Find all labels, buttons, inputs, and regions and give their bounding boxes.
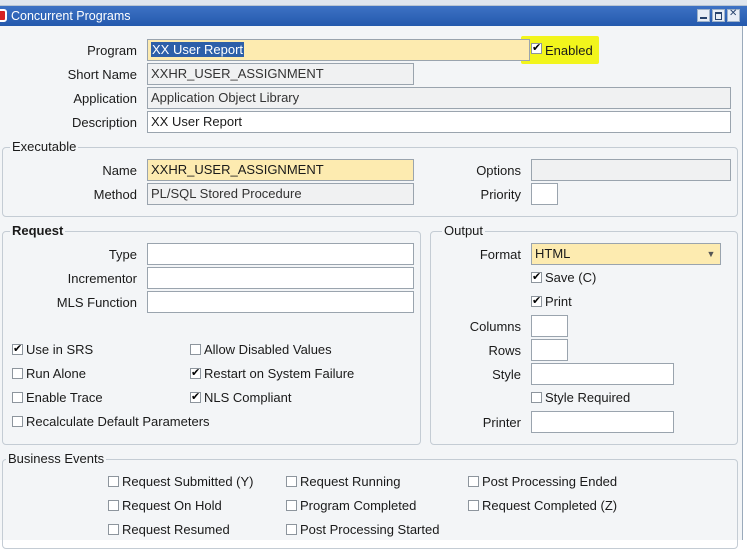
restart-on-failure-checkbox[interactable] — [190, 366, 201, 379]
nls-compliant-checkbox[interactable] — [190, 390, 201, 403]
executable-name-field[interactable]: XXHR_USER_ASSIGNMENT — [147, 159, 414, 181]
event-post-processing-started-checkbox[interactable] — [286, 524, 297, 535]
format-value: HTML — [535, 246, 571, 261]
window-title-bar[interactable]: Concurrent Programs — [0, 6, 747, 26]
description-field[interactable]: XX User Report — [147, 111, 731, 133]
chevron-down-icon[interactable]: ▼ — [704, 247, 718, 261]
event-request-on-hold-label: Request On Hold — [122, 498, 222, 513]
nls-compliant-label: NLS Compliant — [204, 390, 292, 405]
print-label: Print — [545, 294, 572, 309]
event-request-submitted-checkbox[interactable] — [108, 476, 119, 487]
event-program-completed-checkbox[interactable] — [286, 500, 297, 511]
event-program-completed-label: Program Completed — [300, 498, 417, 513]
enabled-label: Enabled — [545, 43, 593, 58]
options-field[interactable] — [531, 159, 731, 181]
allow-disabled-values-label: Allow Disabled Values — [204, 342, 332, 357]
event-request-running-checkbox[interactable] — [286, 476, 297, 487]
maximize-icon[interactable] — [712, 9, 725, 22]
program-label: Program — [87, 43, 137, 58]
short-name-field[interactable]: XXHR_USER_ASSIGNMENT — [147, 63, 414, 85]
business-events-title: Business Events — [6, 451, 107, 466]
style-required-label: Style Required — [545, 390, 631, 405]
mls-function-label: MLS Function — [56, 295, 137, 310]
recalculate-defaults-label: Recalculate Default Parameters — [26, 414, 210, 429]
event-request-completed-checkbox[interactable] — [468, 500, 479, 511]
priority-label: Priority — [480, 187, 521, 202]
save-checkbox[interactable] — [531, 270, 542, 283]
request-group-title: Request — [10, 223, 66, 238]
format-select[interactable]: HTML ▼ — [531, 243, 721, 265]
priority-field[interactable] — [531, 183, 558, 205]
event-request-resumed-label: Request Resumed — [122, 522, 230, 537]
application-field[interactable]: Application Object Library — [147, 87, 731, 109]
printer-field[interactable] — [531, 411, 674, 433]
event-request-running-label: Request Running — [300, 474, 401, 489]
run-alone-label: Run Alone — [26, 366, 86, 381]
rows-field[interactable] — [531, 339, 568, 361]
run-alone-checkbox[interactable] — [12, 368, 23, 379]
event-post-processing-ended-checkbox[interactable] — [468, 476, 479, 487]
method-field[interactable]: PL/SQL Stored Procedure — [147, 183, 414, 205]
executable-group — [2, 147, 738, 217]
use-in-srs-checkbox[interactable] — [12, 342, 23, 355]
application-label: Application — [73, 91, 137, 106]
format-label: Format — [479, 247, 521, 262]
window-title: Concurrent Programs — [11, 9, 131, 23]
enabled-checkbox[interactable] — [531, 41, 542, 54]
options-label: Options — [476, 163, 521, 178]
columns-label: Columns — [469, 319, 521, 334]
use-in-srs-label: Use in SRS — [26, 342, 94, 357]
program-field[interactable]: XX User Report — [147, 39, 530, 61]
minimize-icon[interactable] — [697, 9, 710, 22]
style-label: Style — [492, 367, 521, 382]
program-value: XX User Report — [151, 42, 245, 57]
type-label: Type — [108, 247, 137, 262]
executable-group-title: Executable — [10, 139, 79, 154]
mls-function-field[interactable] — [147, 291, 414, 313]
style-field[interactable] — [531, 363, 674, 385]
event-request-on-hold-checkbox[interactable] — [108, 500, 119, 511]
rows-label: Rows — [488, 343, 521, 358]
enable-trace-checkbox[interactable] — [12, 392, 23, 403]
description-label: Description — [71, 115, 137, 130]
oracle-app-icon — [0, 9, 7, 22]
close-icon[interactable] — [727, 8, 740, 22]
recalculate-defaults-checkbox[interactable] — [12, 416, 23, 427]
printer-label: Printer — [482, 415, 521, 430]
columns-field[interactable] — [531, 315, 568, 337]
restart-on-failure-label: Restart on System Failure — [204, 366, 355, 381]
allow-disabled-values-checkbox[interactable] — [190, 344, 201, 355]
print-checkbox[interactable] — [531, 294, 542, 307]
save-label: Save (C) — [545, 270, 597, 285]
method-label: Method — [93, 187, 137, 202]
event-request-completed-label: Request Completed (Z) — [482, 498, 618, 513]
incrementor-label: Incrementor — [67, 271, 137, 286]
event-post-processing-ended-label: Post Processing Ended — [482, 474, 618, 489]
enable-trace-label: Enable Trace — [26, 390, 103, 405]
executable-name-label: Name — [102, 163, 137, 178]
event-post-processing-started-label: Post Processing Started — [300, 522, 440, 537]
incrementor-field[interactable] — [147, 267, 414, 289]
short-name-label: Short Name — [67, 67, 137, 82]
output-group-title: Output — [442, 223, 486, 238]
event-request-resumed-checkbox[interactable] — [108, 524, 119, 535]
type-field[interactable] — [147, 243, 414, 265]
style-required-checkbox[interactable] — [531, 392, 542, 403]
event-request-submitted-label: Request Submitted (Y) — [122, 474, 254, 489]
